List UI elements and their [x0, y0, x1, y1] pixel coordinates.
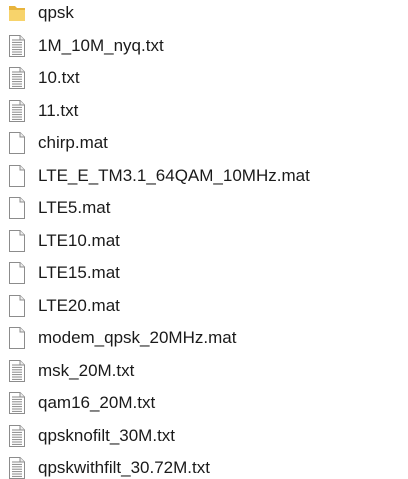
file-item[interactable]: chirp.mat — [0, 127, 408, 159]
file-item[interactable]: LTE_E_TM3.1_64QAM_10MHz.mat — [0, 160, 408, 192]
file-item[interactable]: LTE15.mat — [0, 257, 408, 289]
text-file-icon — [8, 359, 26, 383]
file-name-label: 10.txt — [38, 68, 80, 87]
folder-item[interactable]: qpsk — [0, 0, 408, 29]
text-file-icon — [8, 456, 26, 479]
blank-file-icon — [8, 131, 26, 155]
blank-file-icon — [8, 196, 26, 220]
file-name-label: 1M_10M_nyq.txt — [38, 35, 164, 55]
file-name-label: LTE_E_TM3.1_64QAM_10MHz.mat — [38, 165, 310, 185]
file-name-label: qpsk — [38, 3, 74, 22]
blank-file-icon — [8, 229, 26, 253]
text-file-icon — [8, 391, 26, 415]
file-name-label: LTE15.mat — [38, 263, 120, 282]
file-item[interactable]: 11.txt — [0, 95, 408, 127]
file-name-label: chirp.mat — [38, 133, 108, 152]
file-item[interactable]: qam16_20M.txt — [0, 387, 408, 419]
blank-file-icon — [8, 261, 26, 285]
file-item[interactable]: 1M_10M_nyq.txt — [0, 30, 408, 62]
file-item[interactable]: LTE10.mat — [0, 225, 408, 257]
blank-file-icon — [8, 164, 26, 188]
file-name-label: LTE10.mat — [38, 230, 120, 250]
file-name-label: qpskwithfilt_30.72M.txt — [38, 458, 210, 477]
text-file-icon — [8, 99, 26, 123]
text-file-icon — [8, 66, 26, 90]
blank-file-icon — [8, 326, 26, 350]
file-item[interactable]: modem_qpsk_20MHz.mat — [0, 322, 408, 354]
file-item[interactable]: LTE5.mat — [0, 192, 408, 224]
folder-icon — [8, 1, 26, 25]
file-name-label: LTE20.mat — [38, 295, 120, 315]
file-name-label: modem_qpsk_20MHz.mat — [38, 328, 237, 347]
file-item[interactable]: LTE20.mat — [0, 290, 408, 322]
file-item[interactable]: 10.txt — [0, 62, 408, 94]
file-item[interactable]: qpsknofilt_30M.txt — [0, 420, 408, 452]
text-file-icon — [8, 424, 26, 448]
file-name-label: msk_20M.txt — [38, 360, 135, 380]
file-item[interactable]: msk_20M.txt — [0, 355, 408, 387]
file-name-label: qam16_20M.txt — [38, 393, 156, 412]
file-name-label: LTE5.mat — [38, 198, 111, 217]
file-name-label: 11.txt — [38, 100, 79, 120]
text-file-icon — [8, 34, 26, 58]
file-list: qpsk 1M_10M_nyq.txt 10.txt 11.txt chirp.mat L… — [0, 0, 408, 479]
file-item[interactable]: qpskwithfilt_30.72M.txt — [0, 452, 408, 479]
file-name-label: qpsknofilt_30M.txt — [38, 425, 176, 445]
blank-file-icon — [8, 294, 26, 318]
